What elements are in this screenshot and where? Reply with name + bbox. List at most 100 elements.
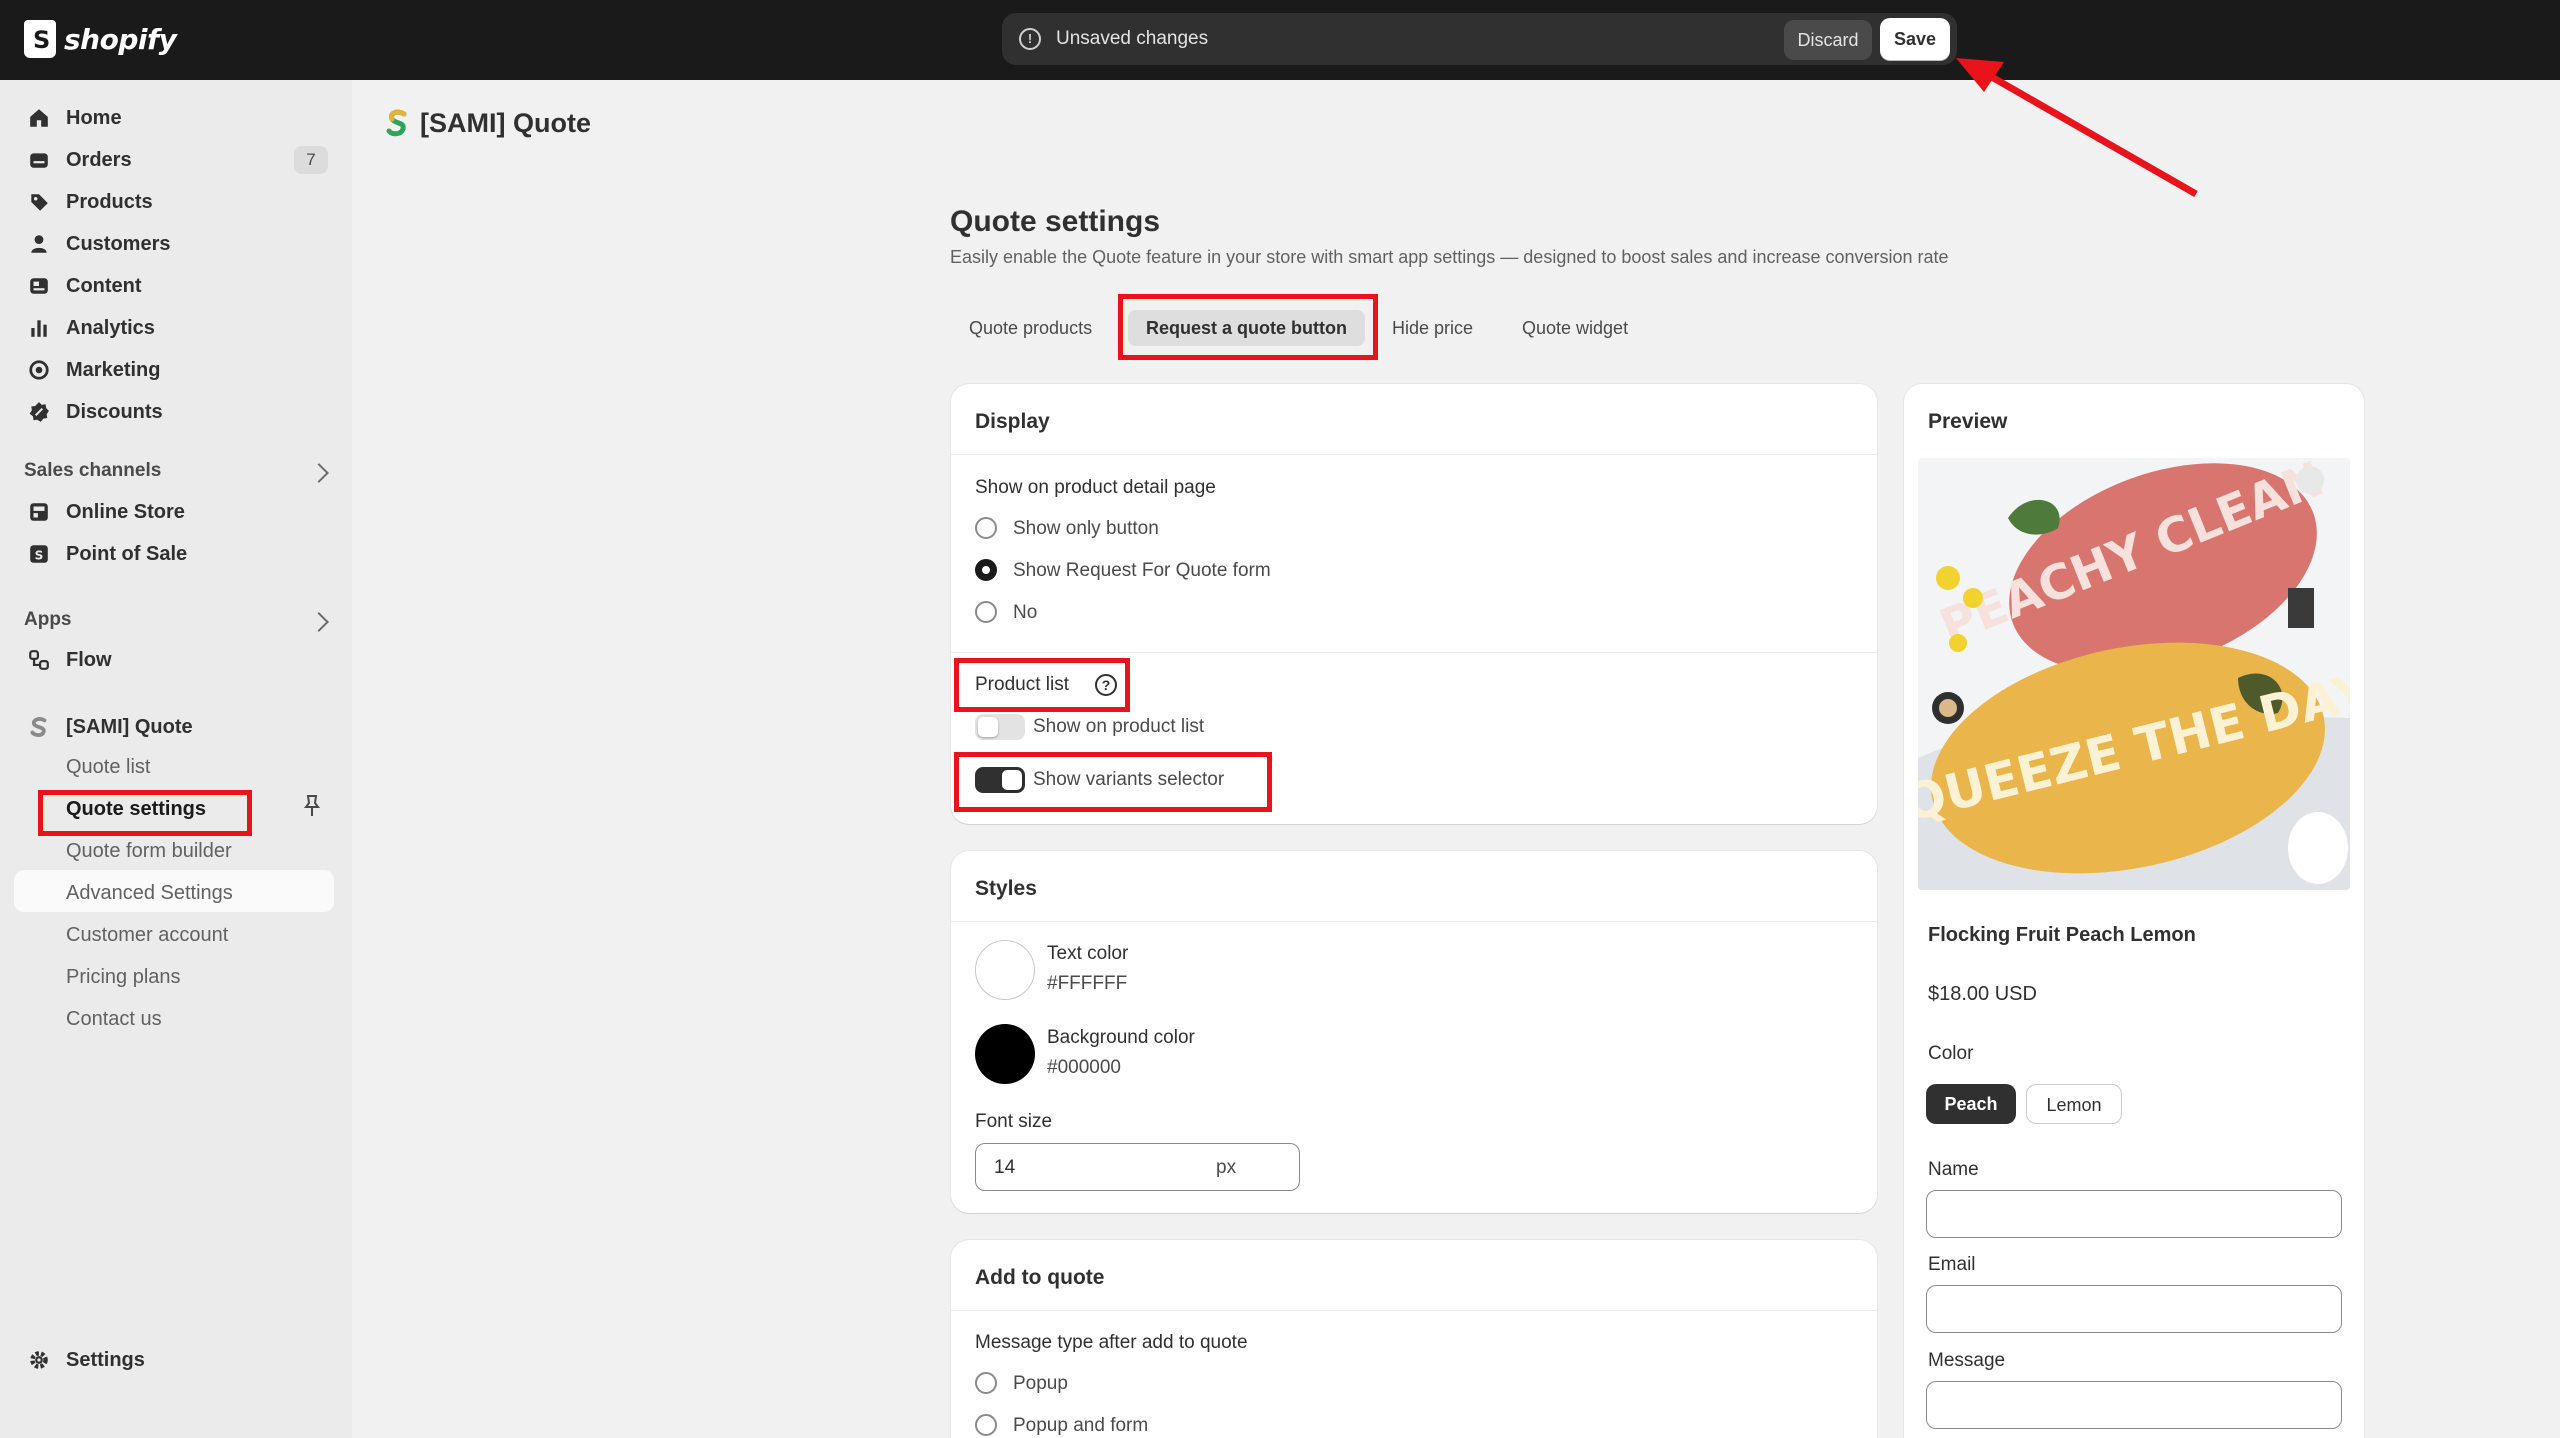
alert-icon: ! (1019, 28, 1041, 50)
tab-quote-products[interactable]: Quote products (951, 310, 1110, 346)
radio-no[interactable] (975, 601, 997, 623)
name-label: Name (1928, 1159, 1979, 1180)
flow-icon (28, 649, 50, 671)
color-option-lemon[interactable]: Lemon (2026, 1084, 2122, 1124)
radio-label[interactable]: Show only button (1013, 518, 1159, 540)
app-title: [SAMI] Quote (420, 108, 591, 138)
sub-quote-list[interactable]: Quote list (66, 756, 150, 779)
nav-online-store[interactable]: Online Store (28, 494, 185, 530)
toggle-knob (978, 717, 998, 737)
bg-color-label: Background color (1047, 1027, 1195, 1048)
nav-label: Point of Sale (66, 542, 188, 565)
nav-label: Flow (66, 648, 112, 671)
font-size-input[interactable]: 14 px (975, 1143, 1300, 1191)
nav-label: Content (66, 274, 142, 297)
orders-count-badge: 7 (294, 146, 328, 174)
radio-show-only-button[interactable] (975, 517, 997, 539)
chevron-right-icon[interactable] (309, 612, 329, 632)
nav-orders[interactable]: Orders (28, 142, 132, 178)
nav-discounts[interactable]: Discounts (28, 394, 163, 430)
radio-popup[interactable] (975, 1372, 997, 1394)
sidebar: Home Orders 7 Products Customers Content… (0, 80, 352, 1438)
sub-pricing-plans[interactable]: Pricing plans (66, 966, 181, 989)
radio-label[interactable]: Popup (1013, 1373, 1068, 1395)
radio-label[interactable]: Show Request For Quote form (1013, 560, 1271, 582)
brand-name: shopify (64, 22, 177, 56)
sub-advanced-settings[interactable]: Advanced Settings (66, 882, 233, 905)
app-header: [SAMI] Quote (384, 108, 591, 139)
gear-icon (28, 1349, 50, 1371)
apps-heading[interactable]: Apps (24, 609, 72, 631)
add-to-quote-title: Add to quote (975, 1266, 1105, 1289)
email-field[interactable] (1926, 1285, 2342, 1333)
page-subtitle: Easily enable the Quote feature in your … (950, 247, 1949, 267)
message-label: Message (1928, 1350, 2006, 1371)
message-field[interactable] (1926, 1381, 2342, 1429)
email-label: Email (1928, 1254, 1976, 1275)
nav-label: Home (66, 106, 122, 129)
nav-label: [SAMI] Quote (66, 715, 193, 738)
radio-label[interactable]: No (1013, 602, 1037, 624)
nav-app-sami-quote[interactable]: [SAMI] Quote (28, 709, 193, 745)
store-icon (28, 501, 50, 523)
nav-label: Online Store (66, 500, 185, 523)
person-icon (28, 233, 50, 255)
nav-label: Products (66, 190, 153, 213)
sub-contact-us[interactable]: Contact us (66, 1008, 162, 1031)
annotation-box-variants (954, 752, 1272, 812)
sales-channels-heading[interactable]: Sales channels (24, 460, 161, 482)
text-color-swatch[interactable] (975, 940, 1035, 1000)
nav-point-of-sale[interactable]: S Point of Sale (28, 536, 187, 572)
nav-label: Marketing (66, 358, 161, 381)
toggle-label: Show on product list (1033, 716, 1205, 737)
annotation-box-quote-settings (38, 790, 252, 836)
tab-hide-price[interactable]: Hide price (1374, 310, 1491, 346)
sub-customer-account[interactable]: Customer account (66, 924, 228, 947)
bar-chart-icon (28, 317, 50, 339)
color-label: Color (1928, 1043, 1974, 1064)
tab-quote-widget[interactable]: Quote widget (1504, 310, 1646, 346)
shopping-bag-icon (24, 20, 56, 58)
bg-color-value: #000000 (1047, 1057, 1121, 1078)
top-bar: shopify ! Unsaved changes Discard Save (0, 0, 2560, 80)
save-button[interactable]: Save (1880, 18, 1950, 60)
text-color-label: Text color (1047, 943, 1129, 964)
background-color-swatch[interactable] (975, 1024, 1035, 1084)
nav-marketing[interactable]: Marketing (28, 352, 160, 388)
product-price: $18.00 USD (1928, 983, 2037, 1005)
discard-button[interactable]: Discard (1784, 20, 1872, 60)
styles-card-title: Styles (975, 877, 1037, 900)
nav-products[interactable]: Products (28, 184, 153, 220)
color-option-peach[interactable]: Peach (1926, 1084, 2016, 1124)
sub-quote-form-builder[interactable]: Quote form builder (66, 840, 232, 863)
nav-home[interactable]: Home (28, 100, 122, 136)
nav-flow[interactable]: Flow (28, 642, 112, 678)
message-type-label: Message type after add to quote (975, 1332, 1248, 1353)
unsaved-changes-bar: ! Unsaved changes Discard Save (1002, 13, 1957, 65)
nav-analytics[interactable]: Analytics (28, 310, 155, 346)
toggle-show-on-product-list[interactable] (975, 714, 1025, 740)
font-size-label: Font size (975, 1111, 1053, 1132)
radio-show-rfq-form[interactable] (975, 559, 997, 581)
annotation-box-product-list (954, 658, 1130, 712)
radio-popup-and-form[interactable] (975, 1414, 997, 1436)
sami-quote-logo-icon (386, 109, 407, 136)
chevron-right-icon[interactable] (309, 463, 329, 483)
home-icon (28, 107, 50, 129)
add-to-quote-card: Add to quote Message type after add to q… (951, 1240, 1877, 1438)
nav-label: Settings (66, 1348, 145, 1371)
preview-card: Preview PEACHY CLEAN SQUEEZE THE DAY Flo… (1904, 384, 2364, 1438)
pin-icon[interactable] (302, 794, 322, 818)
preview-title: Preview (1928, 410, 2008, 433)
nav-content[interactable]: Content (28, 268, 142, 304)
product-name: Flocking Fruit Peach Lemon (1928, 924, 2196, 946)
radio-label[interactable]: Popup and form (1013, 1415, 1148, 1437)
name-field[interactable] (1926, 1190, 2342, 1238)
font-size-value: 14 (994, 1157, 1016, 1178)
tag-icon (28, 191, 50, 213)
nav-settings[interactable]: Settings (28, 1342, 145, 1378)
product-image: PEACHY CLEAN SQUEEZE THE DAY (1918, 458, 2350, 890)
text-color-value: #FFFFFF (1047, 973, 1128, 994)
nav-customers[interactable]: Customers (28, 226, 170, 262)
shopify-logo[interactable]: shopify (24, 18, 177, 60)
